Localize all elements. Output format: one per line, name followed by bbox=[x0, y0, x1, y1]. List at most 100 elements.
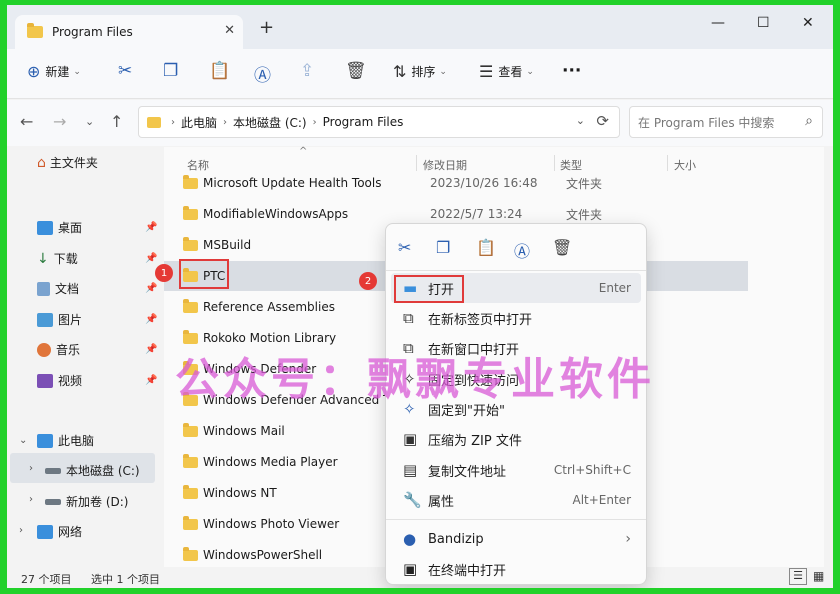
sidebar-item-home[interactable]: ⌂ 主文件夹 bbox=[37, 154, 98, 171]
explorer-window: Program Files ✕ + — ☐ ✕ ⊕ 新建 ⌄ ✂ ❐ 📋 Ⓐ ⇪… bbox=[7, 5, 833, 588]
search-placeholder: 在 Program Files 中搜索 bbox=[638, 115, 775, 130]
sidebar-item-drive-c[interactable]: 本地磁盘 (C:) bbox=[45, 462, 140, 479]
sort-button[interactable]: ⇅ 排序 ⌄ bbox=[393, 62, 447, 81]
menu-item-open-new-tab[interactable]: ⧉ 在新标签页中打开 bbox=[391, 303, 641, 333]
chevron-down-icon: ⌄ bbox=[73, 66, 81, 77]
chevron-right-icon: › bbox=[312, 116, 317, 128]
address-dropdown-icon[interactable]: ⌄ bbox=[576, 114, 585, 127]
document-icon bbox=[37, 281, 50, 296]
rename-icon[interactable]: Ⓐ bbox=[254, 61, 271, 86]
file-name: Microsoft Update Health Tools bbox=[203, 176, 382, 190]
folder-icon bbox=[183, 174, 198, 189]
tab-program-files[interactable]: Program Files ✕ bbox=[15, 15, 243, 49]
close-button[interactable]: ✕ bbox=[802, 15, 814, 31]
menu-item-copy-path[interactable]: ▤ 复制文件地址 Ctrl+Shift+C bbox=[391, 455, 641, 485]
view-button[interactable]: ☰ 查看 ⌄ bbox=[479, 62, 534, 81]
breadcrumb-this-pc[interactable]: 此电脑 bbox=[181, 114, 217, 131]
title-bar: Program Files ✕ + — ☐ ✕ bbox=[7, 5, 833, 49]
sidebar-item-documents[interactable]: 文档 bbox=[37, 280, 79, 297]
share-icon[interactable]: ⇪ bbox=[300, 61, 314, 81]
menu-item-open-terminal[interactable]: ▣ 在终端中打开 bbox=[391, 554, 641, 584]
menu-item-bandizip[interactable]: ● Bandizip › bbox=[391, 524, 641, 554]
sort-icon: ⇅ bbox=[393, 62, 407, 81]
menu-divider bbox=[386, 270, 646, 271]
sidebar-item-drive-d[interactable]: 新加卷 (D:) bbox=[45, 493, 128, 510]
chevron-down-icon[interactable]: ⌄ bbox=[19, 435, 27, 446]
tab-close-icon[interactable]: ✕ bbox=[224, 23, 235, 38]
breadcrumb-program-files[interactable]: Program Files bbox=[323, 115, 404, 129]
maximize-button[interactable]: ☐ bbox=[757, 15, 770, 31]
paste-icon[interactable]: 📋 bbox=[209, 61, 230, 81]
new-tab-icon: ⧉ bbox=[403, 309, 414, 327]
new-button[interactable]: ⊕ 新建 ⌄ bbox=[27, 62, 81, 81]
cut-icon[interactable]: ✂ bbox=[118, 61, 132, 81]
folder-icon bbox=[183, 515, 198, 530]
new-tab-button[interactable]: + bbox=[259, 19, 274, 37]
details-view-icon[interactable]: ☰ bbox=[789, 568, 807, 585]
up-arrow-icon[interactable]: ↑ bbox=[110, 112, 123, 131]
copy-icon[interactable]: ❐ bbox=[436, 238, 450, 257]
file-name: Reference Assemblies bbox=[203, 300, 335, 314]
sidebar-item-network[interactable]: 网络 bbox=[37, 523, 82, 540]
file-date: 2023/10/26 16:48 bbox=[430, 176, 538, 190]
menu-item-compress-zip[interactable]: ▣ 压缩为 ZIP 文件 bbox=[391, 424, 641, 454]
item-count: 27 个项目 bbox=[21, 573, 72, 586]
file-type: 文件夹 bbox=[566, 207, 603, 222]
table-row[interactable]: Microsoft Update Health Tools 2023/10/26 … bbox=[164, 168, 784, 198]
more-options-button[interactable]: ··· bbox=[562, 61, 581, 81]
pin-icon: 📌 bbox=[145, 314, 158, 325]
zip-icon: ▣ bbox=[403, 430, 418, 448]
tiles-view-icon[interactable]: ▦ bbox=[813, 569, 824, 583]
pin-icon: 📌 bbox=[145, 222, 158, 233]
paste-icon[interactable]: 📋 bbox=[476, 238, 496, 257]
plus-circle-icon: ⊕ bbox=[27, 62, 41, 81]
folder-icon bbox=[183, 453, 198, 468]
sidebar-item-videos[interactable]: 视频 bbox=[37, 372, 82, 389]
copy-icon[interactable]: ❐ bbox=[163, 61, 178, 81]
sidebar-item-pictures[interactable]: 图片 bbox=[37, 311, 82, 328]
chevron-right-icon: › bbox=[625, 531, 631, 547]
address-bar[interactable]: › 此电脑 › 本地磁盘 (C:) › Program Files ⌄ ⟳ bbox=[138, 106, 620, 138]
copy-path-icon: ▤ bbox=[403, 461, 418, 479]
download-icon: ↓ bbox=[37, 250, 49, 267]
chevron-right-icon: › bbox=[223, 116, 228, 128]
view-icon: ☰ bbox=[479, 62, 494, 81]
chevron-right-icon[interactable]: › bbox=[29, 494, 33, 505]
drive-icon bbox=[45, 498, 61, 505]
search-box[interactable]: 在 Program Files 中搜索 ⌕ bbox=[629, 106, 823, 138]
breadcrumb-local-disk[interactable]: 本地磁盘 (C:) bbox=[233, 114, 307, 131]
file-name: ModifiableWindowsApps bbox=[203, 207, 349, 221]
network-icon bbox=[37, 524, 53, 539]
folder-icon bbox=[183, 422, 198, 437]
file-name: Windows Mail bbox=[203, 424, 285, 438]
chevron-down-icon: ⌄ bbox=[439, 66, 447, 77]
drive-icon bbox=[45, 467, 61, 474]
sidebar-item-this-pc[interactable]: 此电脑 bbox=[37, 432, 94, 449]
bandizip-icon: ● bbox=[403, 530, 417, 548]
sidebar-item-downloads[interactable]: ↓ 下载 bbox=[37, 250, 78, 267]
pictures-icon bbox=[37, 312, 53, 327]
delete-icon[interactable]: 🗑 bbox=[345, 61, 367, 81]
forward-arrow-icon[interactable]: → bbox=[53, 112, 66, 131]
recent-chevron-icon[interactable]: ⌄ bbox=[85, 115, 94, 128]
sidebar-item-music[interactable]: 音乐 bbox=[37, 341, 80, 358]
folder-icon bbox=[183, 236, 198, 251]
pin-icon: 📌 bbox=[145, 344, 158, 355]
back-arrow-icon[interactable]: ← bbox=[20, 112, 33, 131]
chevron-right-icon[interactable]: › bbox=[19, 525, 23, 536]
computer-icon bbox=[37, 433, 53, 448]
selected-count: 选中 1 个项目 bbox=[91, 573, 160, 586]
command-bar: ⊕ 新建 ⌄ ✂ ❐ 📋 Ⓐ ⇪ 🗑 ⇅ 排序 ⌄ ☰ 查看 ⌄ ··· bbox=[7, 49, 833, 99]
sort-label: 排序 bbox=[411, 65, 436, 79]
file-name: Windows Media Player bbox=[203, 455, 338, 469]
rename-icon[interactable]: Ⓐ bbox=[514, 238, 530, 262]
minimize-button[interactable]: — bbox=[711, 15, 725, 31]
menu-item-properties[interactable]: 🔧 属性 Alt+Enter bbox=[391, 485, 641, 515]
chevron-right-icon[interactable]: › bbox=[29, 463, 33, 474]
view-label: 查看 bbox=[498, 65, 523, 79]
folder-icon bbox=[183, 546, 198, 561]
delete-icon[interactable]: 🗑 bbox=[552, 238, 572, 257]
sidebar-item-desktop[interactable]: 桌面 bbox=[37, 219, 82, 236]
refresh-icon[interactable]: ⟳ bbox=[596, 112, 609, 130]
cut-icon[interactable]: ✂ bbox=[398, 238, 411, 257]
